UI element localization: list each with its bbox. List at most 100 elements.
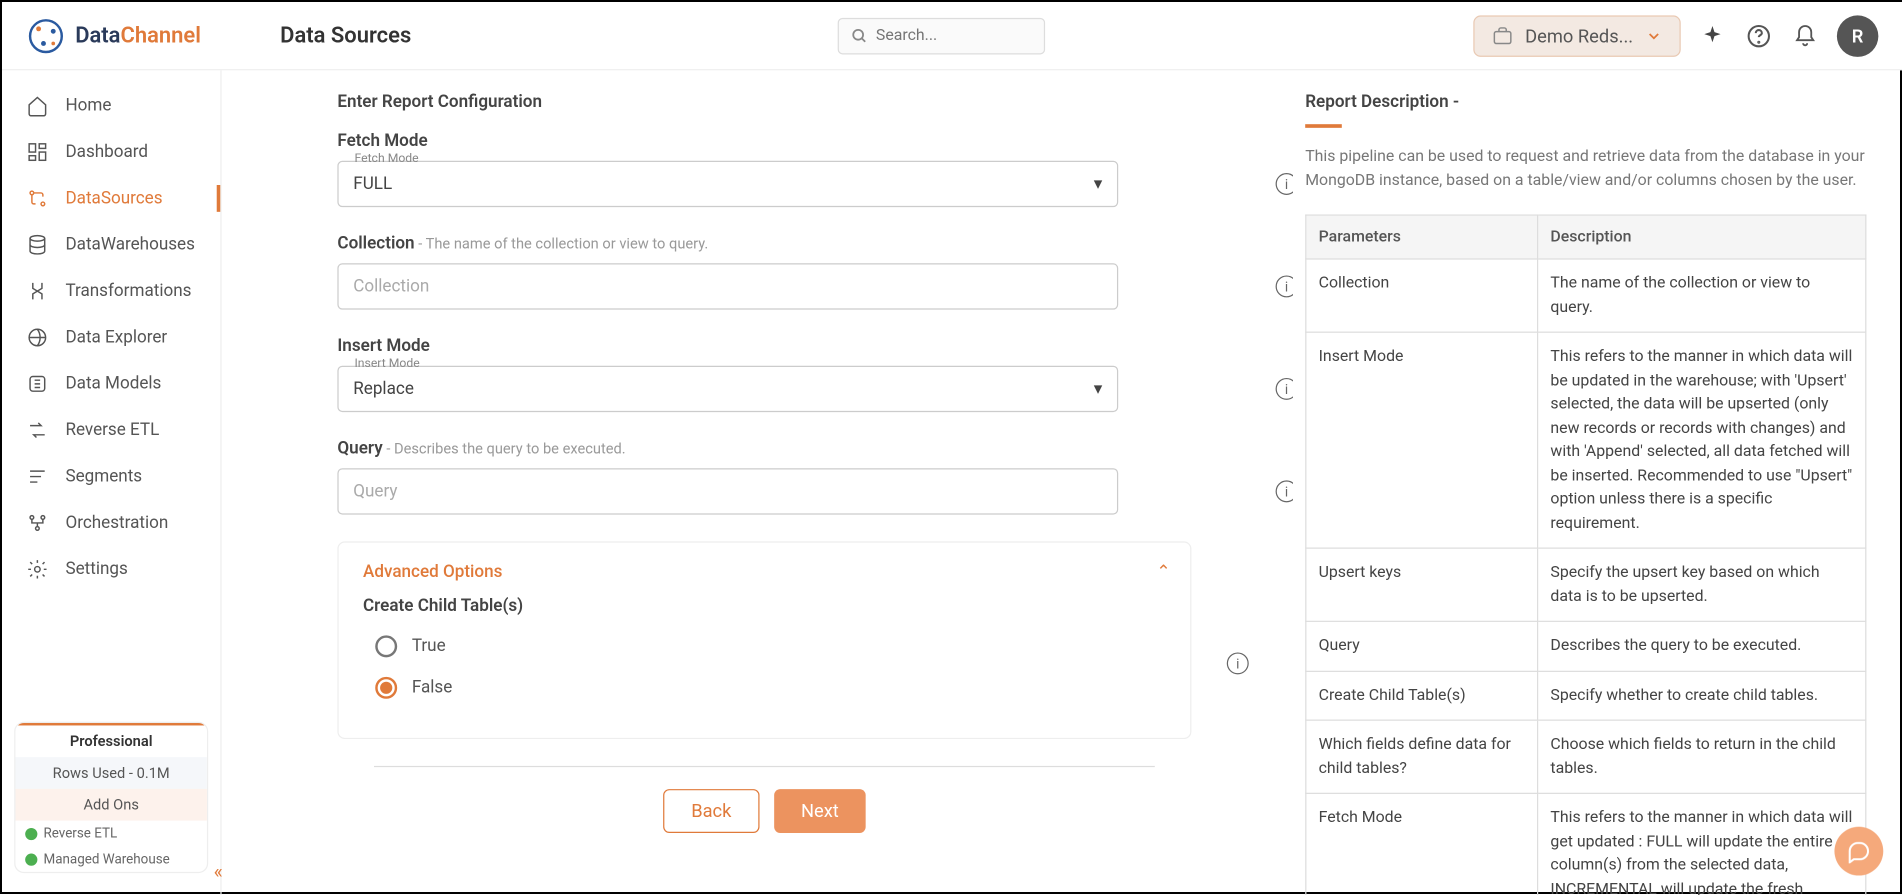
sidebar-item-label: Settings: [65, 560, 127, 580]
sidebar: Home Dashboard DataSources DataWarehouse…: [2, 70, 222, 895]
param-desc: Specify the upsert key based on which da…: [1537, 548, 1865, 621]
bell-icon: [1793, 23, 1817, 47]
sidebar-item-label: Reverse ETL: [65, 420, 159, 440]
chat-button[interactable]: [1834, 827, 1883, 876]
plan-card: Professional Rows Used - 0.1M Add Ons Re…: [14, 722, 208, 873]
sidebar-item-datamodels[interactable]: Data Models: [2, 361, 220, 407]
insert-mode-select[interactable]: Replace ▾: [338, 366, 1119, 412]
param-desc: Describes the query to be executed.: [1537, 621, 1865, 670]
info-icon[interactable]: i: [1276, 173, 1293, 195]
app-header: DataChannel Data Sources Demo Reds... R: [2, 2, 1902, 70]
description-title: Report Description -: [1305, 92, 1866, 112]
table-row: Insert ModeThis refers to the manner in …: [1306, 332, 1866, 548]
sidebar-item-datawarehouses[interactable]: DataWarehouses: [2, 222, 220, 268]
search-icon: [852, 26, 869, 46]
info-icon[interactable]: i: [1276, 480, 1293, 502]
radio-false[interactable]: False: [375, 677, 1166, 699]
notifications-button[interactable]: [1791, 21, 1820, 50]
param-name: Create Child Table(s): [1306, 671, 1538, 720]
sidebar-item-home[interactable]: Home: [2, 83, 220, 129]
param-desc: The name of the collection or view to qu…: [1537, 259, 1865, 332]
workspace-selector[interactable]: Demo Reds...: [1473, 15, 1681, 56]
sidebar-item-label: Data Explorer: [65, 328, 167, 348]
help-button[interactable]: [1744, 21, 1773, 50]
table-header: Description: [1537, 215, 1865, 259]
table-header: Parameters: [1306, 215, 1538, 259]
param-desc: This refers to the manner in which data …: [1537, 793, 1865, 895]
logo-text: DataChannel: [75, 23, 201, 49]
sidebar-item-label: Transformations: [65, 281, 191, 301]
plan-tier: Professional: [15, 723, 207, 757]
advanced-options-panel: Advanced Options ⌃ Create Child Table(s)…: [338, 541, 1192, 739]
sidebar-item-segments[interactable]: Segments: [2, 453, 220, 499]
back-button[interactable]: Back: [663, 789, 759, 833]
config-form: Enter Report Configuration Fetch Mode Fe…: [222, 70, 1293, 895]
help-icon: [1747, 23, 1771, 47]
divider: [374, 766, 1155, 767]
param-name: Insert Mode: [1306, 332, 1538, 548]
param-name: Which fields define data for child table…: [1306, 720, 1538, 793]
sidebar-item-transformations[interactable]: Transformations: [2, 268, 220, 314]
chevron-up-icon[interactable]: ⌃: [1156, 562, 1170, 582]
radio-label: True: [412, 636, 446, 656]
table-row: Upsert keysSpecify the upsert key based …: [1306, 548, 1866, 621]
segments-icon: [26, 466, 48, 488]
sidebar-item-label: Dashboard: [65, 142, 148, 162]
insert-mode-label: Insert Mode: [338, 336, 1257, 356]
param-desc: Specify whether to create child tables.: [1537, 671, 1865, 720]
briefcase-icon: [1491, 25, 1513, 47]
plan-addon: Managed Warehouse: [15, 846, 207, 872]
radio-icon: [375, 635, 397, 657]
child-table-label: Create Child Table(s): [363, 596, 1166, 616]
sidebar-item-datasources[interactable]: DataSources: [2, 175, 220, 221]
sparkle-button[interactable]: [1698, 21, 1727, 50]
collection-input[interactable]: [338, 263, 1119, 309]
sidebar-item-label: Data Models: [65, 374, 161, 394]
sidebar-item-dataexplorer[interactable]: Data Explorer: [2, 314, 220, 360]
sidebar-item-reverseetl[interactable]: Reverse ETL: [2, 407, 220, 453]
reverseetl-icon: [26, 419, 48, 441]
query-input[interactable]: [338, 468, 1119, 514]
sidebar-item-label: Segments: [65, 467, 142, 487]
next-button[interactable]: Next: [774, 789, 866, 833]
info-icon[interactable]: i: [1227, 652, 1249, 674]
sidebar-item-settings[interactable]: Settings: [2, 546, 220, 592]
info-icon[interactable]: i: [1276, 378, 1293, 400]
advanced-options-title[interactable]: Advanced Options: [363, 562, 1166, 582]
search-input[interactable]: [876, 26, 1032, 44]
transform-icon: [26, 280, 48, 302]
param-desc: This refers to the manner in which data …: [1537, 332, 1865, 548]
app-logo[interactable]: DataChannel: [26, 16, 246, 55]
plan-rows: Rows Used - 0.1M: [15, 757, 207, 789]
table-row: Create Child Table(s)Specify whether to …: [1306, 671, 1866, 720]
workspace-label: Demo Reds...: [1525, 25, 1633, 47]
table-row: CollectionThe name of the collection or …: [1306, 259, 1866, 332]
global-search[interactable]: [838, 17, 1045, 54]
sparkle-icon: [1700, 23, 1724, 47]
caret-down-icon: ▾: [1094, 174, 1103, 194]
table-row: Which fields define data for child table…: [1306, 720, 1866, 793]
info-icon[interactable]: i: [1276, 275, 1293, 297]
description-text: This pipeline can be used to request and…: [1305, 145, 1866, 193]
user-avatar[interactable]: R: [1837, 15, 1878, 56]
sidebar-item-dashboard[interactable]: Dashboard: [2, 129, 220, 175]
check-icon: [25, 853, 37, 865]
underline: [1305, 124, 1342, 128]
fetch-mode-select[interactable]: FULL ▾: [338, 161, 1119, 207]
home-icon: [26, 95, 48, 117]
param-name: Upsert keys: [1306, 548, 1538, 621]
description-panel: Report Description - This pipeline can b…: [1293, 70, 1902, 895]
section-title: Enter Report Configuration: [338, 92, 1257, 112]
settings-icon: [26, 558, 48, 580]
sidebar-item-orchestration[interactable]: Orchestration: [2, 500, 220, 546]
param-desc: Choose which fields to return in the chi…: [1537, 720, 1865, 793]
datasource-icon: [26, 187, 48, 209]
chat-icon: [1847, 839, 1871, 863]
warehouse-icon: [26, 234, 48, 256]
radio-true[interactable]: True: [375, 635, 1166, 657]
param-name: Fetch Mode: [1306, 793, 1538, 895]
explorer-icon: [26, 327, 48, 349]
radio-icon: [375, 677, 397, 699]
radio-label: False: [412, 678, 452, 698]
dashboard-icon: [26, 141, 48, 163]
